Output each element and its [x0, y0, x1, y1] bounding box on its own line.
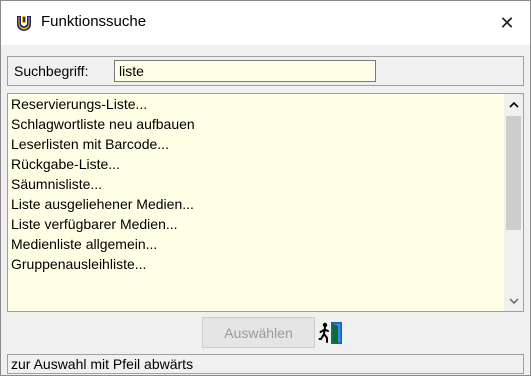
status-bar: zur Auswahl mit Pfeil abwärts	[7, 354, 524, 374]
function-search-dialog: Funktionssuche ✕ Suchbegriff: Reservieru…	[0, 0, 531, 376]
list-item[interactable]: Rückgabe-Liste...	[8, 154, 504, 174]
close-button[interactable]: ✕	[484, 1, 530, 45]
search-input[interactable]	[114, 60, 376, 82]
title-bar[interactable]: Funktionssuche ✕	[1, 1, 530, 45]
chevron-up-icon	[508, 101, 519, 108]
list-item[interactable]: Leserlisten mit Barcode...	[8, 134, 504, 154]
scroll-up-button[interactable]	[504, 94, 523, 114]
window-title: Funktionssuche	[41, 13, 147, 30]
scroll-down-button[interactable]	[504, 291, 523, 311]
status-text: zur Auswahl mit Pfeil abwärts	[11, 356, 194, 372]
library-app-icon	[14, 13, 34, 33]
list-item[interactable]: Gruppenausleihliste...	[8, 254, 504, 274]
search-row: Suchbegriff:	[7, 56, 524, 86]
list-item[interactable]: Säumnisliste...	[8, 174, 504, 194]
search-label: Suchbegriff:	[14, 63, 89, 79]
select-button[interactable]: Auswählen	[202, 317, 315, 348]
list-item[interactable]: Liste ausgeliehener Medien...	[8, 194, 504, 214]
close-icon: ✕	[499, 12, 515, 33]
exit-door-icon	[318, 322, 342, 344]
results-items: Reservierungs-Liste... Schlagwortliste n…	[8, 94, 504, 311]
list-item[interactable]: Liste verfügbarer Medien...	[8, 214, 504, 234]
exit-button[interactable]	[318, 320, 344, 346]
list-item[interactable]: Schlagwortliste neu aufbauen	[8, 114, 504, 134]
list-item[interactable]: Medienliste allgemein...	[8, 234, 504, 254]
list-scrollbar[interactable]	[504, 94, 523, 311]
action-row: Auswählen	[7, 317, 524, 349]
chevron-down-icon	[509, 298, 518, 304]
list-item[interactable]: Reservierungs-Liste...	[8, 94, 504, 114]
scroll-thumb[interactable]	[506, 116, 521, 230]
results-list[interactable]: Reservierungs-Liste... Schlagwortliste n…	[7, 93, 524, 312]
